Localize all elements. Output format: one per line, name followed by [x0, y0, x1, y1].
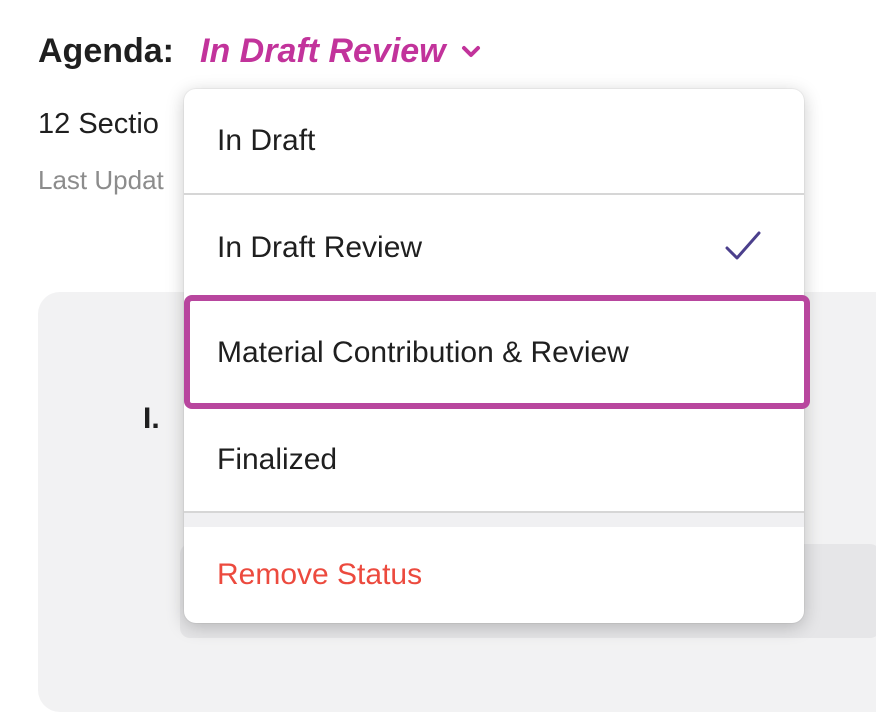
menu-separator: [184, 513, 804, 527]
last-updated: Last Updat: [38, 165, 164, 195]
menu-option-finalized[interactable]: Finalized: [184, 407, 804, 512]
menu-option-label: In Draft: [217, 124, 316, 157]
current-status[interactable]: In Draft Review: [200, 32, 446, 71]
remove-status-label: Remove Status: [217, 558, 423, 591]
menu-option-in-draft[interactable]: In Draft: [184, 89, 804, 193]
menu-option-material-contribution-review[interactable]: Material Contribution & Review: [184, 300, 804, 405]
agenda-header: Agenda: In Draft Review: [38, 32, 482, 71]
agenda-label: Agenda:: [38, 32, 174, 70]
section-count: 12 Sectio: [38, 108, 159, 140]
checkmark-icon: [725, 231, 761, 260]
remove-status-option[interactable]: Remove Status: [184, 527, 804, 623]
status-menu: In Draft In Draft Review Material Contri…: [184, 89, 810, 623]
menu-option-in-draft-review[interactable]: In Draft Review: [184, 195, 804, 300]
menu-option-label: Finalized: [217, 442, 338, 476]
status-dropdown-trigger[interactable]: In Draft Review: [200, 32, 482, 71]
chevron-down-icon[interactable]: [460, 41, 482, 63]
section-numeral: I.: [143, 402, 160, 435]
menu-option-label: In Draft Review: [217, 230, 423, 264]
menu-option-label: Material Contribution & Review: [217, 335, 629, 369]
